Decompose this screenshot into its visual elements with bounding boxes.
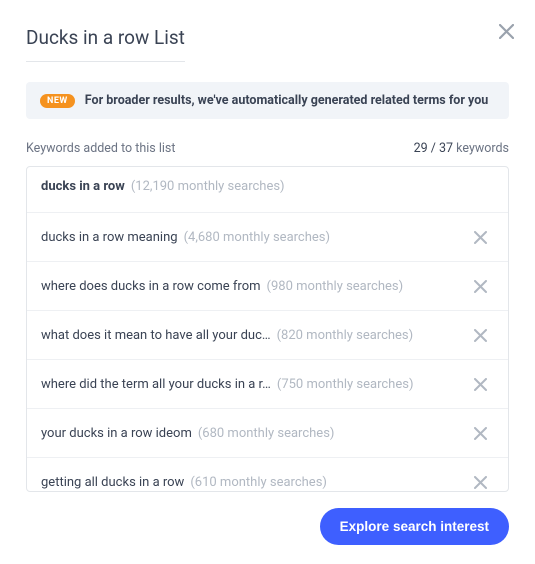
list-item: ducks in a row (12,190 monthly searches) [27,167,508,213]
keyword-label: what does it mean to have all your duc… [41,328,271,343]
searches-label: (980 monthly searches) [267,279,404,294]
keywords-added-label: Keywords added to this list [26,141,175,156]
remove-icon[interactable] [472,229,488,245]
searches-label: (820 monthly searches) [277,328,414,343]
remove-icon[interactable] [472,474,488,490]
remove-icon[interactable] [472,425,488,441]
list-item: where did the term all your ducks in a r… [27,360,508,409]
searches-label: (610 monthly searches) [190,475,327,490]
keyword-label: ducks in a row [41,179,125,194]
searches-label: (12,190 monthly searches) [131,179,285,194]
info-banner: NEW For broader results, we've automatic… [26,82,509,119]
list-header: Keywords added to this list 29 / 37 keyw… [26,141,509,156]
list-item-text: what does it mean to have all your duc… (… [41,328,462,343]
list-item-text: ducks in a row (12,190 monthly searches) [41,179,494,194]
remove-icon[interactable] [472,376,488,392]
keyword-label: where did the term all your ducks in a r… [41,377,271,392]
keyword-label: where does ducks in a row come from [41,279,261,294]
list-item: where does ducks in a row come from (980 … [27,262,508,311]
keywords-count: 29 / 37 keywords [414,141,509,156]
banner-text: For broader results, we've automatically… [85,93,489,108]
list-item-text: where does ducks in a row come from (980 … [41,279,462,294]
list-item: your ducks in a row ideom (680 monthly se… [27,409,508,458]
searches-label: (750 monthly searches) [277,377,414,392]
list-item-text: getting all ducks in a row (610 monthly s… [41,475,462,490]
footer: Explore search interest [26,508,509,545]
count-suffix: keywords [453,141,509,156]
keyword-label: ducks in a row meaning [41,230,178,245]
explore-button[interactable]: Explore search interest [320,508,509,545]
list-item-text: ducks in a row meaning (4,680 monthly sea… [41,230,462,245]
new-badge: NEW [40,94,75,108]
searches-label: (4,680 monthly searches) [184,230,330,245]
list-item: what does it mean to have all your duc… (… [27,311,508,360]
searches-label: (680 monthly searches) [198,426,335,441]
keyword-list-scroll[interactable]: ducks in a row(12,190 monthly searches)d… [27,167,508,491]
keyword-label: getting all ducks in a row [41,475,184,490]
remove-icon[interactable] [472,327,488,343]
remove-icon[interactable] [472,278,488,294]
list-item-text: where did the term all your ducks in a r… [41,377,462,392]
list-item: ducks in a row meaning (4,680 monthly sea… [27,213,508,262]
count-value: 29 / 37 [414,141,453,156]
keyword-list: ducks in a row(12,190 monthly searches)d… [26,166,509,492]
list-title: Ducks in a row List [26,26,185,62]
list-item: getting all ducks in a row (610 monthly s… [27,458,508,491]
keyword-label: your ducks in a row ideom [41,426,192,441]
list-item-text: your ducks in a row ideom (680 monthly se… [41,426,462,441]
close-icon[interactable] [497,22,515,40]
